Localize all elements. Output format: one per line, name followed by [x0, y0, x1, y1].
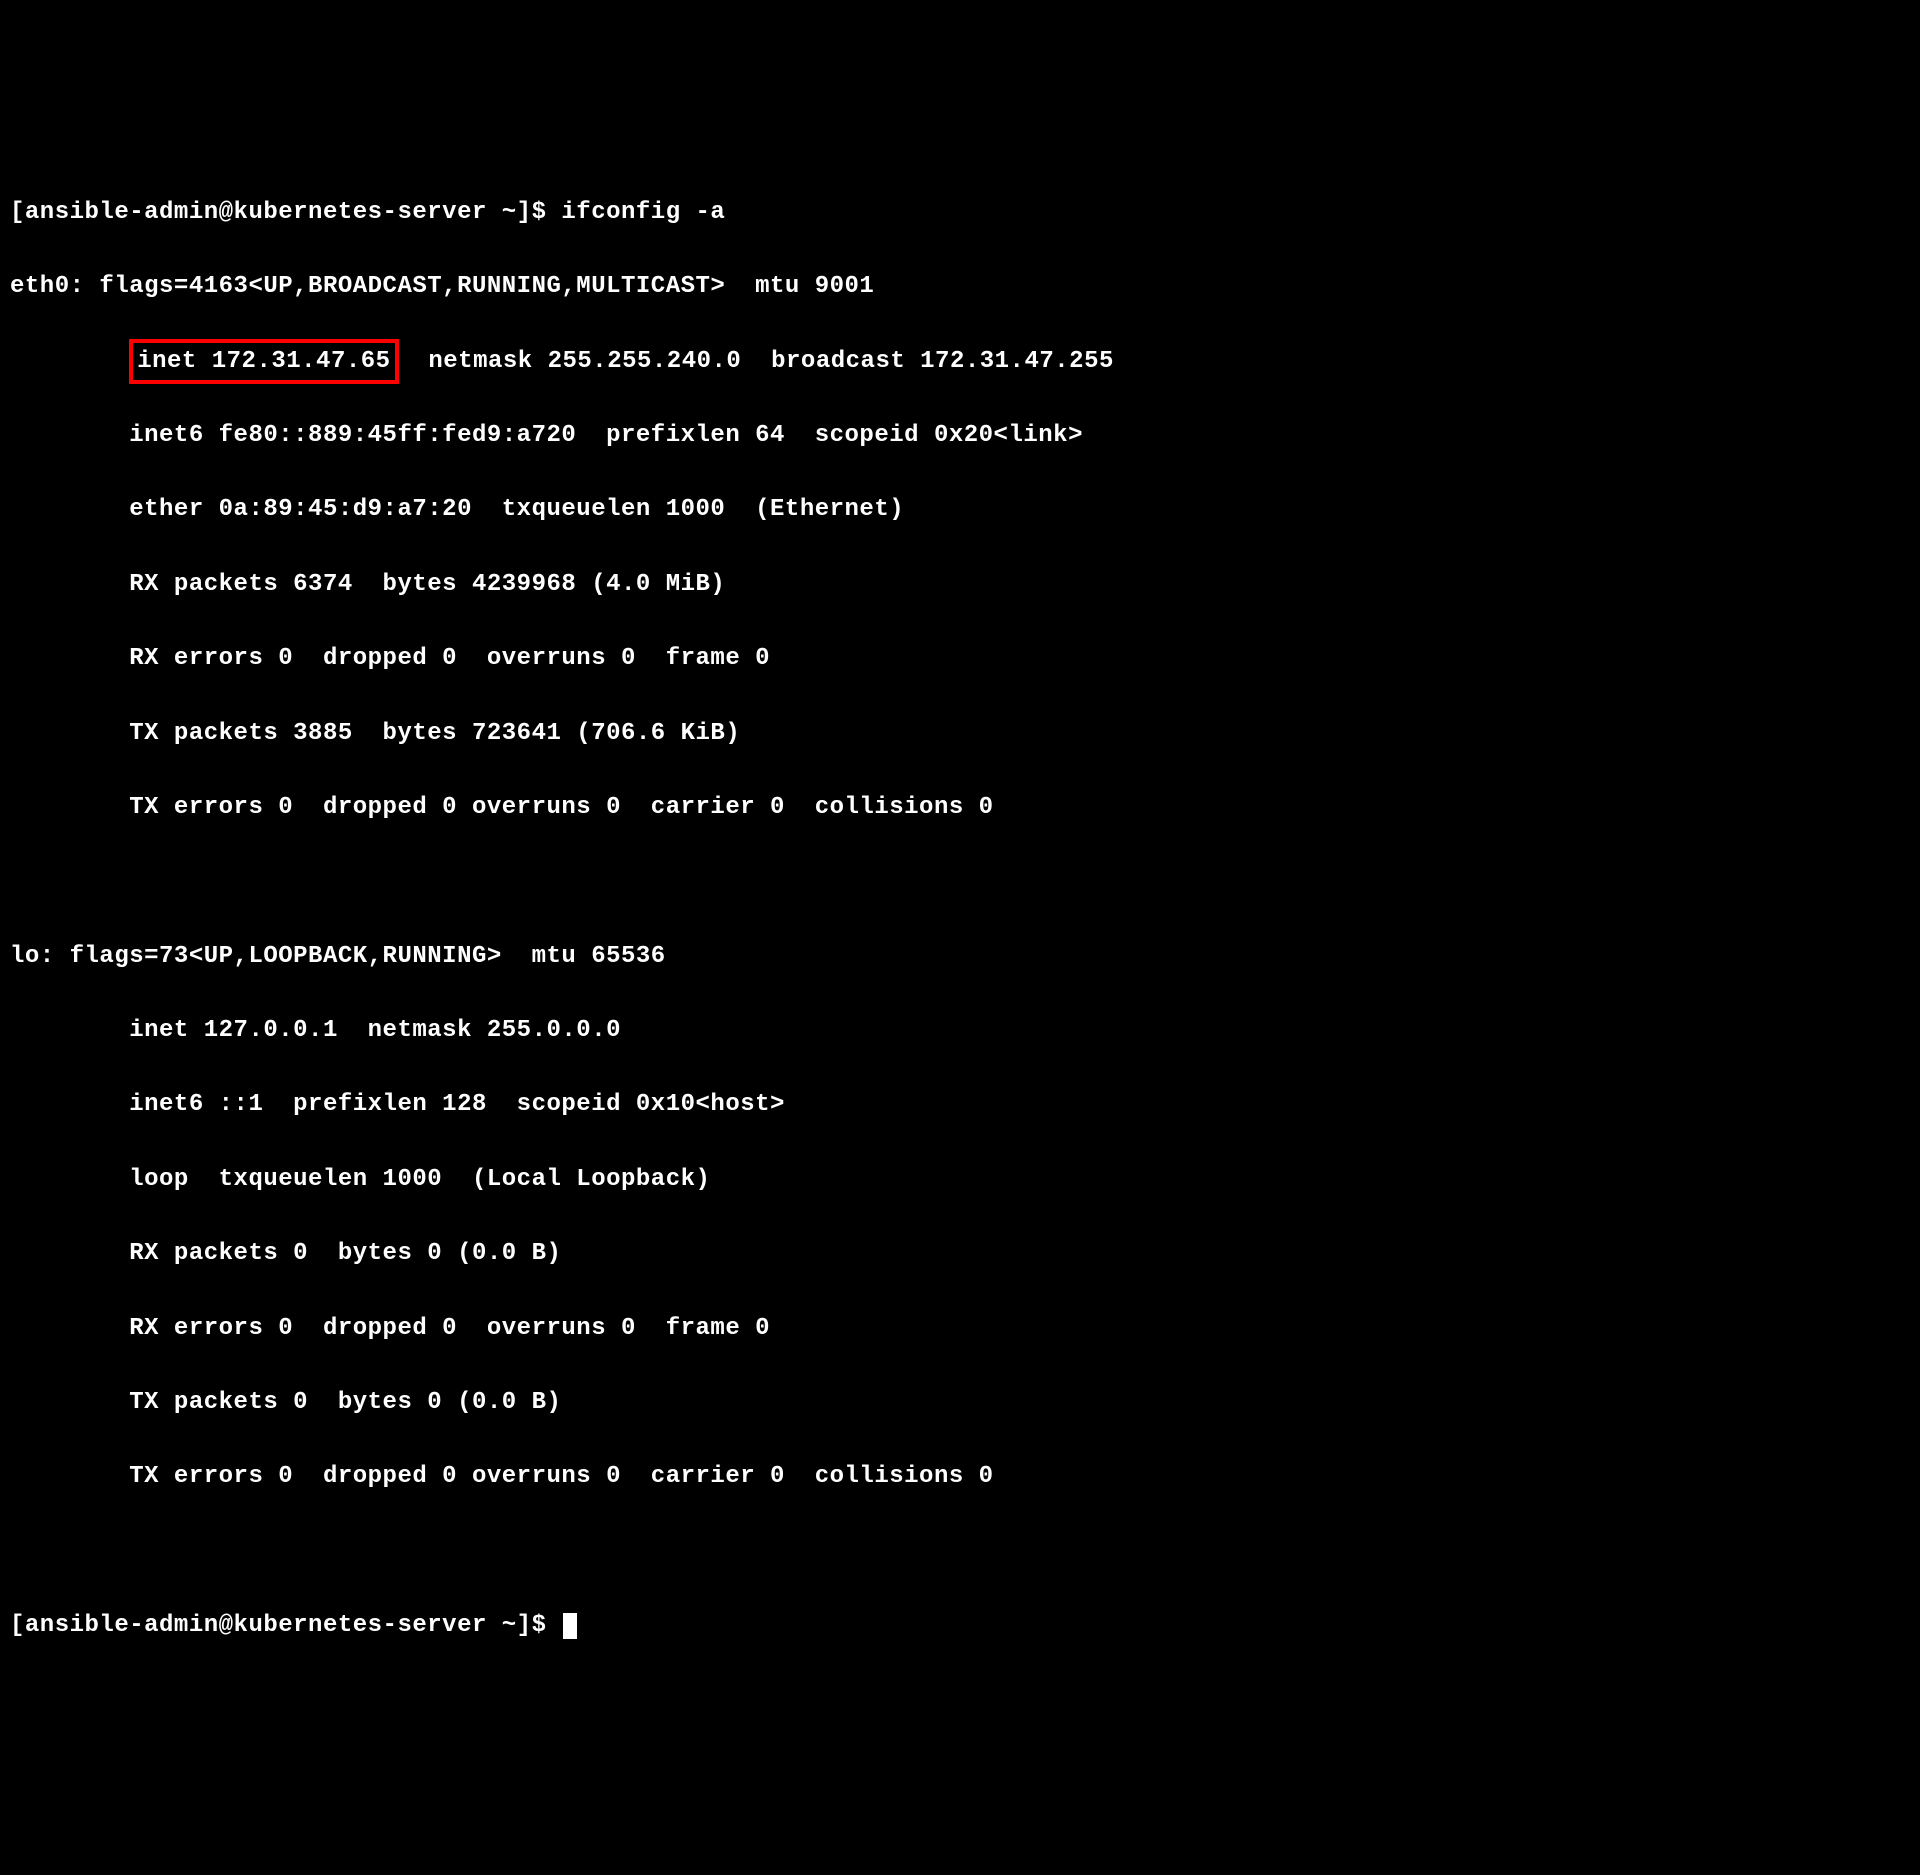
eth0-inet-line: inet 172.31.47.65 netmask 255.255.240.0 …: [10, 343, 1910, 380]
eth0-tx-packets: TX packets 3885 bytes 723641 (706.6 KiB): [10, 715, 1910, 752]
lo-rx-errors: RX errors 0 dropped 0 overruns 0 frame 0: [10, 1310, 1910, 1347]
lo-header: lo: flags=73<UP,LOOPBACK,RUNNING> mtu 65…: [10, 938, 1910, 975]
lo-tx-packets: TX packets 0 bytes 0 (0.0 B): [10, 1384, 1910, 1421]
lo-rx-packets: RX packets 0 bytes 0 (0.0 B): [10, 1235, 1910, 1272]
eth0-inet6: inet6 fe80::889:45ff:fed9:a720 prefixlen…: [10, 417, 1910, 454]
inet-highlight-box: inet 172.31.47.65: [129, 339, 398, 384]
shell-prompt: [ansible-admin@kubernetes-server ~]$: [10, 199, 561, 226]
lo-loop: loop txqueuelen 1000 (Local Loopback): [10, 1161, 1910, 1198]
eth0-ether: ether 0a:89:45:d9:a7:20 txqueuelen 1000 …: [10, 491, 1910, 528]
prompt-line-1[interactable]: [ansible-admin@kubernetes-server ~]$ ifc…: [10, 194, 1910, 231]
command-text: ifconfig -a: [561, 199, 725, 226]
shell-prompt: [ansible-admin@kubernetes-server ~]$: [10, 1612, 561, 1639]
cursor-icon: [563, 1613, 577, 1639]
prompt-line-2[interactable]: [ansible-admin@kubernetes-server ~]$: [10, 1607, 1910, 1644]
terminal-output: [ansible-admin@kubernetes-server ~]$ ifc…: [10, 157, 1910, 1682]
indent: [10, 348, 129, 375]
inet-rest: netmask 255.255.240.0 broadcast 172.31.4…: [399, 348, 1114, 375]
lo-tx-errors: TX errors 0 dropped 0 overruns 0 carrier…: [10, 1458, 1910, 1495]
lo-inet: inet 127.0.0.1 netmask 255.0.0.0: [10, 1012, 1910, 1049]
blank-line-2: [10, 1533, 1910, 1570]
eth0-rx-errors: RX errors 0 dropped 0 overruns 0 frame 0: [10, 640, 1910, 677]
blank-line: [10, 863, 1910, 900]
eth0-header: eth0: flags=4163<UP,BROADCAST,RUNNING,MU…: [10, 268, 1910, 305]
eth0-rx-packets: RX packets 6374 bytes 4239968 (4.0 MiB): [10, 566, 1910, 603]
eth0-tx-errors: TX errors 0 dropped 0 overruns 0 carrier…: [10, 789, 1910, 826]
lo-inet6: inet6 ::1 prefixlen 128 scopeid 0x10<hos…: [10, 1086, 1910, 1123]
